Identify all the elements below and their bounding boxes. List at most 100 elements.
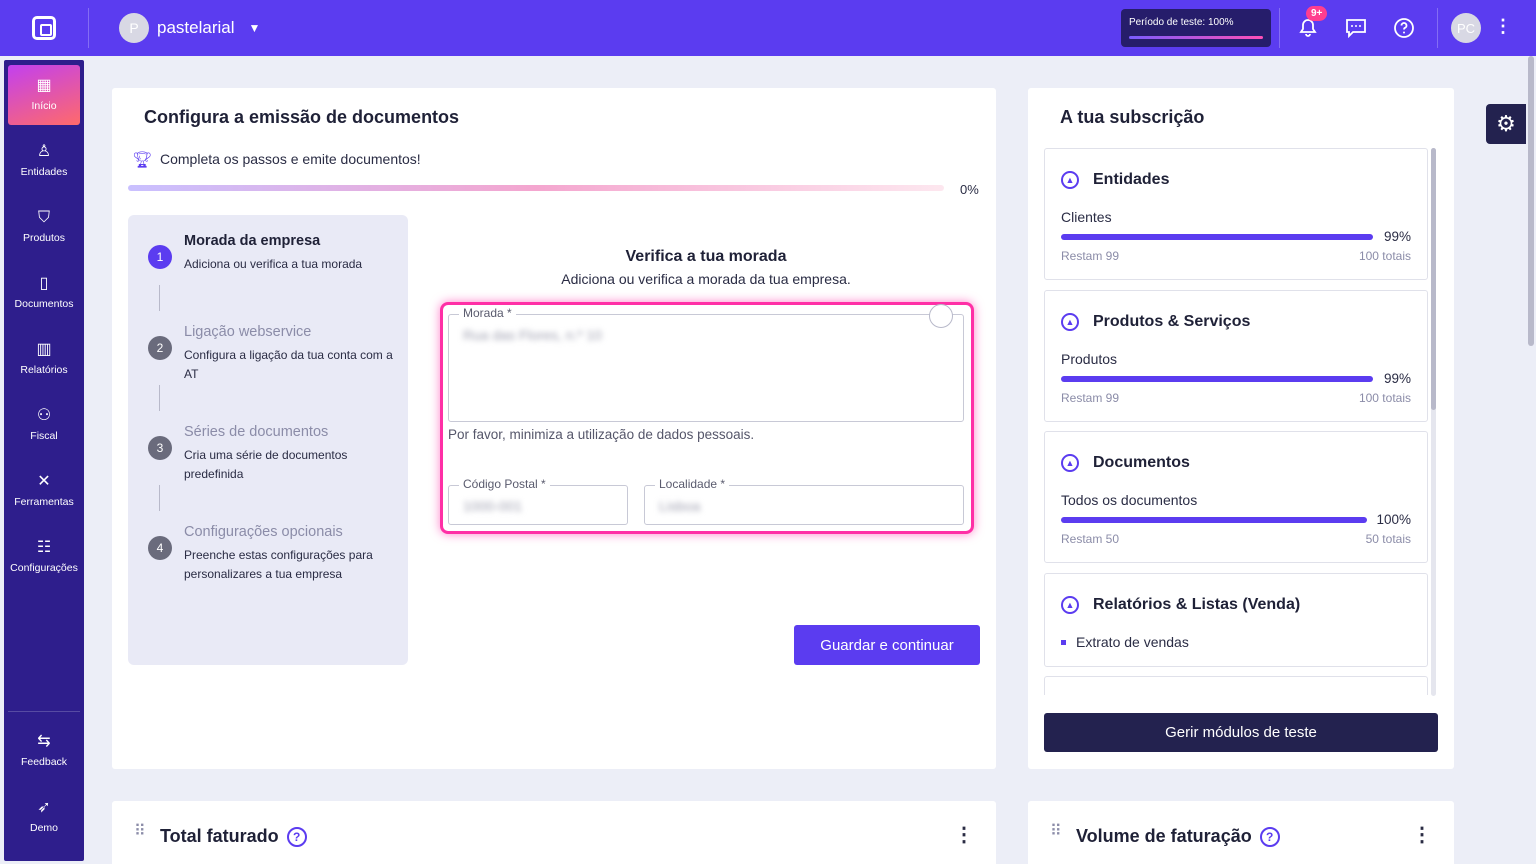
module-total: 100 totais bbox=[1358, 391, 1411, 405]
help-icon[interactable]: ? bbox=[286, 827, 307, 848]
progress-text: Completa os passos e emite documentos! bbox=[160, 151, 421, 167]
module-label: Produtos bbox=[1061, 351, 1118, 367]
setup-title: Configura a emissão de documentos bbox=[144, 107, 460, 127]
chevron-up-icon: ▲ bbox=[1061, 171, 1079, 189]
document-icon: ▯ bbox=[39, 275, 49, 292]
sidebar-item-entidades[interactable]: ♙ Entidades bbox=[8, 131, 80, 191]
sliders-icon: ☷ bbox=[36, 539, 52, 556]
help-icon[interactable] bbox=[1392, 16, 1416, 40]
step-connector bbox=[159, 285, 160, 311]
module-header[interactable]: ▲ Entidades bbox=[1061, 171, 1169, 189]
step-number: 2 bbox=[148, 336, 172, 360]
sidebar-item-relatorios[interactable]: ▥ Relatórios bbox=[8, 329, 80, 389]
locality-value: Lisboa bbox=[659, 498, 701, 514]
save-continue-button[interactable]: Guardar e continuar bbox=[794, 625, 980, 665]
setup-card: Configura a emissão de documentos 🏆︎ Com… bbox=[112, 88, 996, 769]
module-usage-percent: 99% bbox=[1383, 371, 1411, 386]
step-number: 1 bbox=[148, 245, 172, 269]
locality-label: Localidade * bbox=[655, 477, 730, 491]
resize-handle[interactable] bbox=[929, 304, 953, 328]
module-label: Todos os documentos bbox=[1061, 492, 1198, 508]
hierarchy-icon: ⚇ bbox=[36, 407, 52, 424]
module-total: 100 totais bbox=[1358, 249, 1411, 263]
step-title: Séries de documentos bbox=[184, 424, 329, 440]
step-description: Preenche estas configurações para person… bbox=[184, 548, 373, 581]
sidebar-item-label: Fiscal bbox=[30, 430, 58, 442]
step-number: 3 bbox=[148, 436, 172, 460]
module-header[interactable]: ▲ Documentos bbox=[1061, 454, 1190, 472]
user-avatar[interactable]: PC bbox=[1451, 13, 1481, 43]
postal-code-field[interactable]: Código Postal * 1000-001 bbox=[448, 477, 628, 525]
sidebar-item-label: Início bbox=[31, 100, 57, 112]
widget-title: Volume de faturação? bbox=[1076, 826, 1280, 848]
module-usage-percent: 100% bbox=[1376, 512, 1411, 527]
module-usage-bar bbox=[1061, 234, 1373, 240]
subscription-scrollbar[interactable] bbox=[1431, 148, 1436, 696]
sidebar-item-label: Ferramentas bbox=[14, 496, 74, 508]
manage-trial-modules-button[interactable]: Gerir módulos de teste bbox=[1044, 713, 1438, 752]
trial-label: Período de teste: 100% bbox=[1129, 17, 1234, 28]
tools-icon: ✕ bbox=[37, 473, 51, 490]
module-next bbox=[1044, 676, 1428, 695]
gear-icon[interactable]: ⚙ bbox=[1486, 104, 1526, 144]
step-title: Morada da empresa bbox=[184, 233, 321, 249]
step-title: Ligação webservice bbox=[184, 324, 312, 340]
sidebar-item-documentos[interactable]: ▯ Documentos bbox=[8, 263, 80, 323]
drag-handle-icon[interactable]: ⠿ bbox=[134, 824, 146, 840]
module-header[interactable]: ▲ Produtos & Serviços bbox=[1061, 313, 1250, 331]
chat-icon[interactable] bbox=[1344, 16, 1368, 40]
sidebar-item-fiscal[interactable]: ⚇ Fiscal bbox=[8, 395, 80, 455]
module-remaining: Restam 50 bbox=[1061, 532, 1120, 546]
module-remaining: Restam 99 bbox=[1061, 391, 1120, 405]
more-vertical-icon[interactable]: ⋮ bbox=[1494, 16, 1512, 37]
page-scrollbar[interactable] bbox=[1528, 56, 1534, 346]
module-name: Entidades bbox=[1093, 171, 1170, 188]
trophy-icon: 🏆︎ bbox=[132, 152, 153, 169]
sidebar-item-label: Demo bbox=[29, 822, 58, 834]
chevron-up-icon: ▲ bbox=[1061, 313, 1079, 331]
module-name: Documentos bbox=[1093, 454, 1190, 471]
locality-field[interactable]: Localidade * Lisboa bbox=[644, 477, 964, 525]
help-icon[interactable]: ? bbox=[1259, 827, 1280, 848]
sidebar-item-label: Produtos bbox=[22, 232, 66, 244]
more-vertical-icon[interactable]: ⋮ bbox=[1412, 825, 1432, 845]
volume-faturacao-widget: ⠿ Volume de faturação? ⋮ bbox=[1028, 801, 1454, 864]
privacy-hint: Por favor, minimiza a utilização de dado… bbox=[448, 427, 755, 442]
subscription-card: A tua subscrição ▲ Entidades Clientes 99… bbox=[1028, 88, 1454, 769]
sidebar-item-label: Configurações bbox=[10, 562, 78, 574]
step-description: Configura a ligação da tua conta com a A… bbox=[184, 348, 393, 381]
sidebar-item-label: Entidades bbox=[20, 166, 68, 178]
chart-icon: ▥ bbox=[36, 341, 52, 358]
drag-handle-icon[interactable]: ⠿ bbox=[1050, 824, 1062, 840]
sidebar-item-feedback[interactable]: ⇆ Feedback bbox=[8, 721, 80, 781]
form-title: Verifica a tua morada bbox=[625, 248, 787, 265]
sidebar-item-label: Relatórios bbox=[20, 364, 68, 376]
sidebar-item-label: Documentos bbox=[14, 298, 74, 310]
sidebar-item-inicio[interactable]: ▦ Início bbox=[8, 65, 80, 125]
sidebar-item-produtos[interactable]: ⛉ Produtos bbox=[8, 197, 80, 257]
sidebar-item-configuracoes[interactable]: ☷ Configurações bbox=[8, 527, 80, 587]
sidebar-item-demo[interactable]: ➶ Demo bbox=[8, 787, 80, 847]
address-field[interactable]: Morada * Rua das Flores, n.º 10 bbox=[448, 306, 964, 422]
step-connector bbox=[159, 385, 160, 411]
postal-code-label: Código Postal * bbox=[459, 477, 550, 491]
topbar-divider bbox=[1279, 8, 1280, 48]
address-value: Rua das Flores, n.º 10 bbox=[463, 327, 602, 343]
module-header[interactable]: ▲ Relatórios & Listas (Venda) bbox=[1061, 596, 1300, 614]
module-list-item: Extrato de vendas bbox=[1061, 634, 1189, 650]
scrollbar-thumb[interactable] bbox=[1431, 148, 1436, 410]
module-remaining: Restam 99 bbox=[1061, 249, 1120, 263]
account-switcher[interactable]: P pastelarial ▼ bbox=[119, 13, 260, 43]
more-vertical-icon[interactable]: ⋮ bbox=[954, 825, 974, 845]
notifications-badge: 9+ bbox=[1306, 6, 1328, 21]
step-description: Cria uma série de documentos predefinida bbox=[184, 448, 348, 481]
trial-period-indicator[interactable]: Período de teste: 100% bbox=[1121, 9, 1271, 47]
app-logo[interactable] bbox=[0, 0, 88, 56]
chevron-up-icon: ▲ bbox=[1061, 596, 1079, 614]
module-documentos: ▲ Documentos Todos os documentos 100% Re… bbox=[1044, 431, 1428, 563]
module-usage-bar bbox=[1061, 517, 1367, 523]
sidebar-divider bbox=[8, 711, 80, 712]
sidebar-item-ferramentas[interactable]: ✕ Ferramentas bbox=[8, 461, 80, 521]
module-name: Relatórios & Listas (Venda) bbox=[1093, 596, 1301, 613]
module-produtos-servicos: ▲ Produtos & Serviços Produtos 99% Resta… bbox=[1044, 290, 1428, 422]
